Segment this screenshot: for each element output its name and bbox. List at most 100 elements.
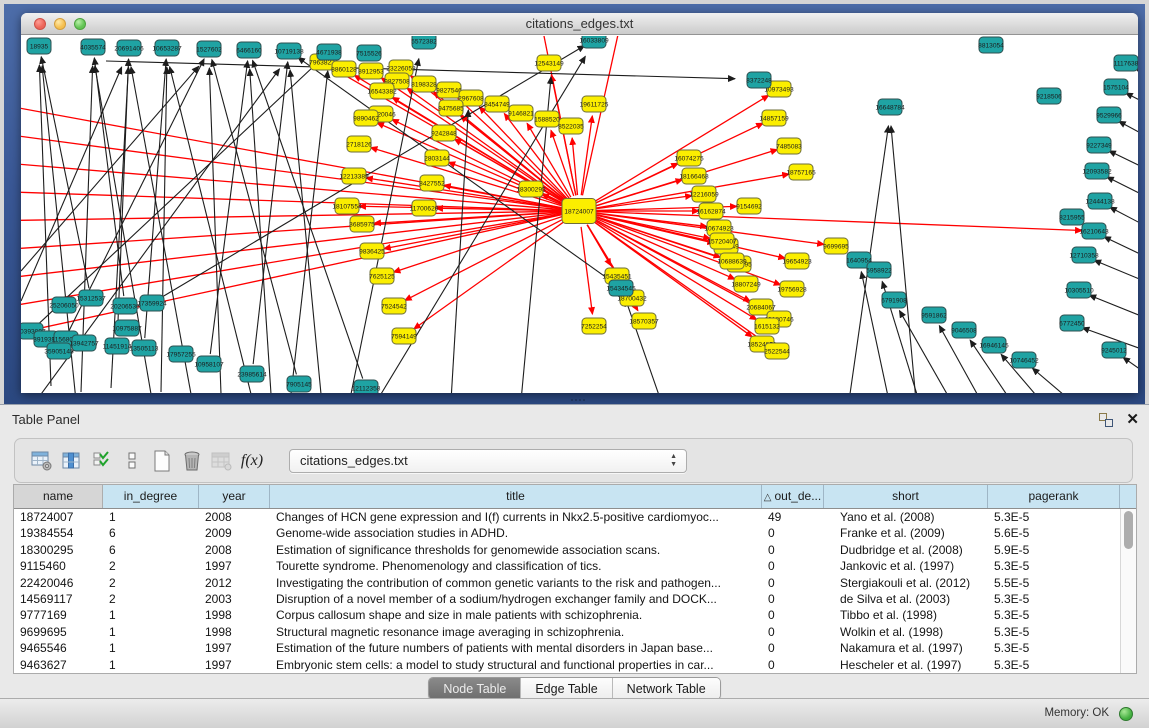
graph-node[interactable]: 18757165: [786, 164, 816, 180]
graph-node[interactable]: 9836425: [359, 243, 385, 259]
graph-node[interactable]: 18935: [27, 38, 51, 54]
graph-node[interactable]: 10719138: [274, 43, 304, 59]
graph-node[interactable]: 16648784: [875, 99, 905, 115]
graph-edge[interactable]: [290, 70, 321, 393]
graph-node[interactable]: 10975887: [112, 320, 142, 336]
table-row[interactable]: 911546021997Tourette syndrome. Phenomeno…: [14, 558, 1136, 574]
graph-node[interactable]: 7485083: [776, 138, 802, 154]
graph-node[interactable]: 18166468: [679, 168, 709, 184]
graph-node[interactable]: 6772450: [1059, 315, 1085, 331]
graph-node[interactable]: 8372248: [746, 72, 772, 88]
graph-node[interactable]: 7625125: [369, 268, 395, 284]
graph-node[interactable]: 25206050: [49, 297, 79, 313]
graph-node[interactable]: 7905145: [286, 376, 312, 392]
graph-node[interactable]: 13942757: [69, 335, 99, 351]
show-columns-button[interactable]: [57, 447, 87, 475]
graph-node[interactable]: 16946145: [979, 337, 1009, 353]
graph-node[interactable]: 2718126: [346, 136, 372, 152]
graph-node[interactable]: 12216059: [689, 186, 719, 202]
graph-node[interactable]: 5958922: [866, 262, 892, 278]
graph-node[interactable]: 1575104: [1103, 79, 1129, 95]
graph-node[interactable]: 8860128: [331, 61, 357, 77]
graph-node[interactable]: 11451914: [103, 338, 132, 354]
column-header-title[interactable]: title: [270, 485, 762, 508]
graph-node[interactable]: 18807249: [731, 276, 761, 292]
graph-edge[interactable]: [291, 71, 328, 393]
graph-node[interactable]: 9242848: [431, 125, 457, 141]
graph-edge[interactable]: [1089, 295, 1138, 324]
column-header-in_degree[interactable]: in_degree: [103, 485, 199, 508]
graph-node[interactable]: 8813054: [978, 37, 1004, 53]
network-canvas[interactable]: 1872400718300295796382288601288912953232…: [21, 36, 1138, 393]
graph-node[interactable]: 9890462: [353, 110, 379, 126]
graph-node[interactable]: 9699695: [823, 238, 849, 254]
graph-edge[interactable]: [1123, 357, 1138, 384]
graph-node[interactable]: 9591862: [921, 307, 947, 323]
graph-edge[interactable]: [21, 213, 563, 281]
table-row[interactable]: 946554611997Estimation of the future num…: [14, 640, 1136, 656]
graph-node[interactable]: 13505113: [130, 340, 159, 356]
graph-node[interactable]: 17359924: [137, 295, 167, 311]
graph-node[interactable]: 10653287: [152, 40, 182, 56]
graph-node[interactable]: 18300295: [516, 181, 546, 197]
graph-edge[interactable]: [21, 191, 563, 210]
graph-node[interactable]: 4035574: [80, 39, 106, 55]
graph-node[interactable]: 14857159: [759, 110, 789, 126]
graph-node[interactable]: 9154692: [736, 198, 762, 214]
graph-node[interactable]: 12213389: [339, 168, 369, 184]
graph-node[interactable]: 16074275: [674, 150, 704, 166]
graph-node[interactable]: 7252254: [581, 318, 607, 334]
graph-node[interactable]: 4671938: [316, 44, 342, 60]
graph-node[interactable]: 12710358: [1069, 247, 1099, 263]
graph-node[interactable]: 35905145: [44, 343, 74, 359]
scrollbar-thumb[interactable]: [1124, 511, 1133, 549]
table-row[interactable]: 1830029562008Estimation of significance …: [14, 542, 1136, 558]
graph-node[interactable]: 12112358: [352, 380, 381, 393]
graph-node[interactable]: 16162874: [696, 203, 726, 219]
graph-node[interactable]: 9475685: [438, 100, 464, 116]
function-builder-button[interactable]: f(x): [237, 447, 267, 475]
table-mode-button[interactable]: [27, 447, 57, 475]
table-row[interactable]: 1872400712008Changes of HCN gene express…: [14, 509, 1136, 525]
close-window-button[interactable]: [34, 18, 46, 30]
graph-edge[interactable]: [21, 132, 563, 209]
graph-node[interactable]: 19756928: [777, 281, 807, 297]
graph-edge[interactable]: [460, 116, 566, 201]
graph-node[interactable]: 1527602: [196, 41, 222, 57]
network-window-titlebar[interactable]: citations_edges.txt: [21, 13, 1138, 35]
graph-node[interactable]: 19611725: [580, 96, 609, 112]
graph-node[interactable]: 8522035: [558, 118, 584, 134]
graph-node[interactable]: 15434545: [606, 280, 636, 296]
graph-edge[interactable]: [38, 60, 321, 325]
row-height-button[interactable]: [117, 447, 147, 475]
graph-edge[interactable]: [1094, 260, 1138, 288]
graph-node[interactable]: 2522544: [764, 343, 790, 359]
graph-node[interactable]: 20206536: [110, 298, 140, 314]
graph-node[interactable]: 6466160: [236, 42, 262, 58]
graph-node[interactable]: 6791908: [881, 292, 907, 308]
graph-node[interactable]: 10688639: [717, 253, 747, 269]
graph-node[interactable]: 9146821: [508, 105, 534, 121]
graph-node[interactable]: 1117638: [1114, 55, 1138, 71]
graph-edge[interactable]: [253, 60, 363, 378]
graph-node[interactable]: 1588520: [534, 111, 560, 127]
graph-node[interactable]: 10958107: [194, 356, 224, 372]
graph-edge[interactable]: [41, 57, 89, 288]
graph-node[interactable]: 9245012: [1101, 342, 1127, 358]
graph-node[interactable]: 20691406: [114, 40, 144, 56]
tab-network-table[interactable]: Network Table: [613, 678, 720, 699]
table-row[interactable]: 1456911722003Disruption of a novel membe…: [14, 591, 1136, 607]
graph-edge[interactable]: [1109, 151, 1138, 176]
zoom-window-button[interactable]: [74, 18, 86, 30]
graph-node[interactable]: 12444138: [1085, 193, 1115, 209]
graph-edge[interactable]: [1126, 93, 1138, 111]
graph-node[interactable]: 7594149: [391, 328, 417, 344]
table-row[interactable]: 969969511998Structural magnetic resonanc…: [14, 624, 1136, 640]
graph-edge[interactable]: [1119, 121, 1138, 144]
graph-node[interactable]: 10746452: [1009, 352, 1039, 368]
graph-edge[interactable]: [595, 212, 1082, 231]
graph-node[interactable]: 8912953: [358, 63, 384, 79]
graph-node[interactable]: 15720407: [707, 233, 737, 249]
graph-node[interactable]: 9529966: [1096, 107, 1122, 123]
graph-edge[interactable]: [393, 216, 563, 272]
